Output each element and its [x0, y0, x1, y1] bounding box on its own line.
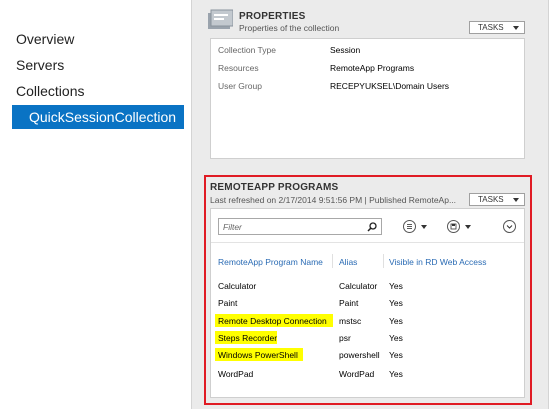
- properties-tasks-button[interactable]: TASKS: [469, 21, 525, 34]
- chevron-down-icon: [513, 26, 519, 30]
- left-navigation: Overview Servers Collections QuickSessio…: [0, 0, 192, 409]
- prop-value: RemoteApp Programs: [330, 63, 415, 73]
- nav-item-servers[interactable]: Servers: [16, 57, 64, 73]
- properties-title: PROPERTIES: [239, 11, 306, 22]
- properties-icon: [208, 9, 233, 29]
- main-panel: PROPERTIES Properties of the collection …: [193, 0, 554, 409]
- prop-value: Session: [330, 45, 361, 55]
- nav-item-quicksessioncollection[interactable]: QuickSessionCollection: [12, 105, 184, 129]
- adjacent-panel-edge: [548, 0, 554, 409]
- nav-item-collections[interactable]: Collections: [16, 83, 84, 99]
- annotation-frame: [204, 175, 532, 405]
- nav-item-overview[interactable]: Overview: [16, 31, 74, 47]
- properties-box: Collection Type Session Resources Remote…: [210, 38, 525, 159]
- prop-value: RECEPYUKSEL\Domain Users: [330, 81, 450, 91]
- prop-label: Resources: [218, 63, 259, 73]
- properties-subtitle: Properties of the collection: [239, 23, 340, 33]
- tasks-label: TASKS: [478, 23, 504, 32]
- prop-label: Collection Type: [218, 45, 276, 55]
- prop-label: User Group: [218, 81, 262, 91]
